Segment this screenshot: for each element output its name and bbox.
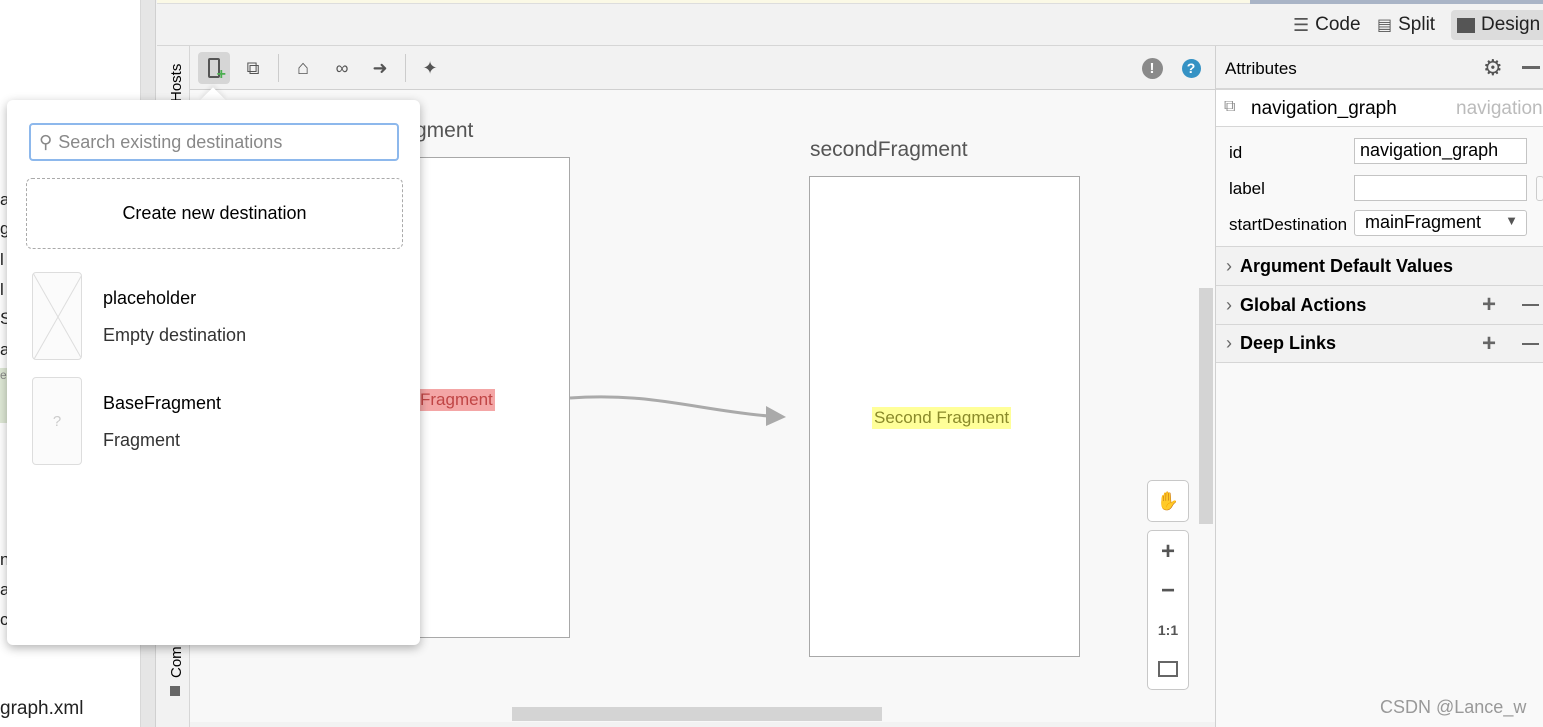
- design-mode-button[interactable]: Design: [1451, 10, 1543, 40]
- watermark: CSDN @Lance_w: [1380, 697, 1527, 717]
- nav-editor-toolbar: + ⧉ ⌂ ∞ ➜ ✦ ! ?: [190, 46, 1215, 90]
- component-tree-tab[interactable]: Com: [168, 646, 185, 678]
- destination-type: Empty destination: [103, 325, 247, 345]
- split-mode-button[interactable]: ▤ Split: [1371, 10, 1441, 40]
- assign-start-button[interactable]: ⌂: [287, 52, 319, 84]
- warning-icon: !: [1141, 57, 1163, 79]
- new-destination-icon: +: [208, 58, 226, 83]
- id-field[interactable]: navigation_graph: [1354, 138, 1527, 164]
- toolbar-divider: [278, 54, 279, 82]
- start-destination-value: mainFragment: [1365, 212, 1482, 232]
- destination-item-basefragment[interactable]: ? BaseFragment Fragment: [32, 377, 402, 469]
- main-fragment-text: Fragment: [418, 389, 495, 411]
- zoom-controls: + − 1:1: [1147, 530, 1189, 690]
- second-fragment-text: Second Fragment: [872, 407, 1012, 429]
- global-actions-section[interactable]: › Global Actions +: [1216, 285, 1543, 324]
- tab-strip: [157, 0, 1257, 4]
- destination-type: Fragment: [103, 430, 181, 450]
- code-label: Code: [1315, 14, 1361, 35]
- split-label: Split: [1398, 14, 1436, 35]
- zoom-in-button[interactable]: +: [1148, 533, 1188, 571]
- start-destination-dropdown[interactable]: mainFragment ▼: [1354, 210, 1527, 236]
- new-destination-popup: ⚲ Search existing destinations Create ne…: [7, 100, 420, 645]
- arrow-icon: ➜: [372, 57, 388, 78]
- chevron-down-icon: ▼: [1505, 213, 1518, 228]
- nested-graph-icon: ⧉: [246, 57, 260, 78]
- nested-graph-icon: ⧉: [1224, 98, 1236, 115]
- zoom-actual-button[interactable]: 1:1: [1148, 611, 1188, 649]
- minimize-icon[interactable]: [1522, 66, 1540, 69]
- fit-screen-icon: [1158, 661, 1178, 677]
- create-new-destination-button[interactable]: Create new destination: [26, 178, 403, 249]
- code-mode-button[interactable]: ☰ Code: [1287, 10, 1367, 40]
- second-fragment-label: secondFragment: [810, 138, 968, 161]
- attributes-title: Attributes: [1225, 59, 1297, 78]
- action-arrow[interactable]: [568, 380, 798, 430]
- project-item[interactable]: l: [0, 280, 4, 300]
- deep-links-section[interactable]: › Deep Links +: [1216, 324, 1543, 363]
- second-fragment-destination[interactable]: Second Fragment: [809, 176, 1080, 657]
- component-tree-icon: [170, 686, 180, 696]
- gear-icon[interactable]: ⚙: [1483, 55, 1503, 81]
- section-title: Argument Default Values: [1240, 255, 1454, 276]
- component-type: navigation: [1456, 98, 1543, 119]
- search-placeholder: Search existing destinations: [58, 131, 283, 152]
- remove-icon[interactable]: [1522, 343, 1539, 345]
- placeholder-thumbnail-icon: [32, 272, 82, 360]
- resource-picker-button[interactable]: [1536, 176, 1543, 201]
- editor-mode-bar: ☰ Code ▤ Split Design: [157, 0, 1543, 46]
- design-icon: [1457, 17, 1475, 33]
- argument-defaults-section[interactable]: › Argument Default Values: [1216, 246, 1543, 285]
- hosts-tab[interactable]: Hosts: [168, 64, 185, 102]
- zoom-out-button[interactable]: −: [1148, 572, 1188, 610]
- project-file[interactable]: graph.xml: [0, 698, 83, 720]
- new-destination-button[interactable]: +: [198, 52, 230, 84]
- search-icon: ⚲: [39, 131, 53, 152]
- label-label: label: [1229, 179, 1265, 198]
- section-title: Deep Links: [1240, 333, 1337, 353]
- destination-item-placeholder[interactable]: placeholder Empty destination: [32, 272, 402, 364]
- design-label: Design: [1481, 14, 1541, 35]
- zoom-fit-button[interactable]: [1148, 650, 1188, 688]
- pan-button[interactable]: ✋: [1147, 480, 1189, 522]
- remove-icon[interactable]: [1522, 304, 1539, 306]
- help-button[interactable]: ?: [1175, 52, 1207, 84]
- project-item[interactable]: l: [0, 250, 4, 270]
- home-icon: ⌂: [296, 56, 310, 79]
- add-action-button[interactable]: ➜: [364, 52, 396, 84]
- nested-graph-button[interactable]: ⧉: [237, 52, 269, 84]
- chevron-right-icon: ›: [1226, 294, 1232, 315]
- fragment-thumbnail-icon: ?: [32, 377, 82, 465]
- split-icon: ▤: [1377, 17, 1393, 34]
- magic-wand-icon: ✦: [422, 57, 438, 78]
- hand-icon: ✋: [1156, 490, 1180, 511]
- id-label: id: [1229, 143, 1243, 162]
- destination-name: BaseFragment: [103, 393, 222, 413]
- auto-arrange-button[interactable]: ✦: [414, 52, 446, 84]
- section-title: Global Actions: [1240, 294, 1367, 315]
- canvas-horizontal-scrollbar[interactable]: [512, 707, 882, 721]
- add-icon[interactable]: +: [1482, 330, 1496, 358]
- start-destination-label: startDestination: [1229, 215, 1348, 234]
- help-icon: ?: [1181, 58, 1201, 78]
- component-name: navigation_graph: [1251, 98, 1397, 119]
- search-destinations-input[interactable]: ⚲ Search existing destinations: [29, 123, 399, 161]
- add-icon[interactable]: +: [1482, 291, 1496, 319]
- canvas-vertical-scrollbar[interactable]: [1199, 288, 1213, 524]
- attributes-panel: Attributes ⚙ ⧉ navigation_graph navigati…: [1215, 46, 1543, 727]
- chevron-right-icon: ›: [1226, 333, 1232, 353]
- tab-strip-active: [1250, 0, 1543, 4]
- link-icon: ∞: [335, 57, 349, 78]
- warnings-button[interactable]: !: [1136, 52, 1168, 84]
- main-fragment-label: gment: [415, 119, 474, 142]
- label-field[interactable]: [1354, 175, 1527, 201]
- destination-name: placeholder: [103, 288, 197, 308]
- deep-link-button[interactable]: ∞: [326, 52, 358, 84]
- chevron-right-icon: ›: [1226, 255, 1232, 276]
- create-label: Create new destination: [122, 203, 307, 223]
- toolbar-divider: [405, 54, 406, 82]
- code-icon: ☰: [1293, 14, 1310, 35]
